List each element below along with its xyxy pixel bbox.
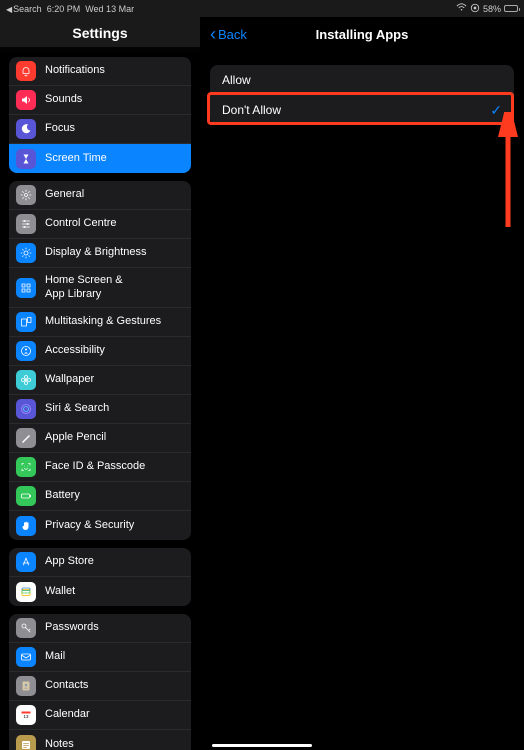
sidebar-item-label: Sounds (45, 93, 82, 106)
sidebar-item-label: Multitasking & Gestures (45, 315, 161, 328)
sidebar-item-label: Accessibility (45, 344, 105, 357)
sidebar-item-general[interactable]: General (9, 181, 191, 210)
sidebar-group-g4: Passwords Mail Contacts 13 Calendar Notes (9, 614, 191, 750)
sidebar-item-label: Face ID & Passcode (45, 460, 145, 473)
sun-icon (16, 243, 36, 263)
flower-icon (16, 370, 36, 390)
sidebar-item-label: Notifications (45, 64, 105, 77)
bell-icon (16, 61, 36, 81)
sidebar-item-label: Wallpaper (45, 373, 94, 386)
sliders-icon (16, 214, 36, 234)
sidebar-item-control-centre[interactable]: Control Centre (9, 210, 191, 239)
chevron-left-icon: ‹ (210, 25, 216, 43)
back-button[interactable]: ‹ Back (210, 25, 247, 43)
checkmark-icon: ✓ (490, 102, 502, 119)
battery-icon (16, 486, 36, 506)
sidebar-group-g1: Notifications Sounds Focus Screen Time (9, 57, 191, 173)
sidebar-item-label: Screen Time (45, 152, 107, 165)
sidebar-item-sounds[interactable]: Sounds (9, 86, 191, 115)
sidebar-item-label: Notes (45, 738, 74, 750)
sidebar-item-label: Privacy & Security (45, 519, 134, 532)
sidebar-item-label: Mail (45, 650, 65, 663)
settings-sidebar: Settings Notifications Sounds Focus Screen … (0, 17, 200, 750)
annotation-arrow (493, 112, 523, 232)
gear-icon (16, 185, 36, 205)
wifi-icon (456, 3, 467, 14)
svg-text:13: 13 (23, 714, 29, 719)
sidebar-item-app-store[interactable]: App Store (9, 548, 191, 577)
hand-icon (16, 516, 36, 536)
sidebar-item-label: Battery (45, 489, 80, 502)
wallet-icon (16, 582, 36, 602)
speaker-icon (16, 90, 36, 110)
status-date: Wed 13 Mar (85, 4, 134, 14)
sidebar-item-label: Siri & Search (45, 402, 109, 415)
detail-navbar: ‹ Back Installing Apps (200, 17, 524, 51)
sidebar-item-apple-pencil[interactable]: Apple Pencil (9, 424, 191, 453)
sidebar-item-display-brightness[interactable]: Display & Brightness (9, 239, 191, 268)
sidebar-item-screen-time[interactable]: Screen Time (9, 144, 191, 173)
hourglass-icon (16, 149, 36, 169)
key-icon (16, 618, 36, 638)
faceid-icon (16, 457, 36, 477)
sidebar-item-notes[interactable]: Notes (9, 730, 191, 750)
multitask-icon (16, 312, 36, 332)
siri-icon (16, 399, 36, 419)
sidebar-item-label: Home Screen &App Library (45, 274, 123, 300)
sidebar-item-label: App Store (45, 555, 94, 568)
sidebar-item-notifications[interactable]: Notifications (9, 57, 191, 86)
sidebar-item-label: Focus (45, 122, 75, 135)
sidebar-item-battery[interactable]: Battery (9, 482, 191, 511)
notes-icon (16, 735, 36, 750)
sidebar-item-wallpaper[interactable]: Wallpaper (9, 366, 191, 395)
sidebar-item-wallet[interactable]: Wallet (9, 577, 191, 606)
rotation-lock-icon (470, 3, 480, 15)
status-time: 6:20 PM (47, 4, 81, 14)
sidebar-item-label: General (45, 188, 84, 201)
sidebar-item-passwords[interactable]: Passwords (9, 614, 191, 643)
sidebar-item-label: Contacts (45, 679, 88, 692)
appstore-icon (16, 552, 36, 572)
grid-icon (16, 278, 36, 298)
home-indicator[interactable] (212, 744, 312, 747)
breadcrumb-back[interactable]: ◀Search (6, 4, 42, 14)
status-bar: ◀Search 6:20 PM Wed 13 Mar 58% (0, 0, 524, 17)
sidebar-item-label: Wallet (45, 585, 75, 598)
mail-icon (16, 647, 36, 667)
calendar-icon: 13 (16, 705, 36, 725)
sidebar-item-mail[interactable]: Mail (9, 643, 191, 672)
sidebar-item-privacy[interactable]: Privacy & Security (9, 511, 191, 540)
sidebar-item-label: Control Centre (45, 217, 117, 230)
option-label: Allow (222, 73, 251, 87)
sidebar-item-label: Passwords (45, 621, 99, 634)
sidebar-item-focus[interactable]: Focus (9, 115, 191, 144)
detail-pane: ‹ Back Installing Apps Allow Don't Allow ✓ (200, 17, 524, 750)
sidebar-item-multitasking[interactable]: Multitasking & Gestures (9, 308, 191, 337)
option-dont-allow[interactable]: Don't Allow ✓ (210, 95, 514, 125)
sidebar-title: Settings (0, 17, 200, 47)
sidebar-item-siri-search[interactable]: Siri & Search (9, 395, 191, 424)
detail-title: Installing Apps (200, 27, 524, 42)
sidebar-item-faceid[interactable]: Face ID & Passcode (9, 453, 191, 482)
sidebar-group-g3: App Store Wallet (9, 548, 191, 606)
pencil-icon (16, 428, 36, 448)
sidebar-item-label: Apple Pencil (45, 431, 106, 444)
sidebar-item-contacts[interactable]: Contacts (9, 672, 191, 701)
sidebar-item-label: Display & Brightness (45, 246, 147, 259)
option-label: Don't Allow (222, 103, 281, 117)
sidebar-item-accessibility[interactable]: Accessibility (9, 337, 191, 366)
sidebar-group-g2: General Control Centre Display & Brightnes… (9, 181, 191, 540)
option-allow[interactable]: Allow (210, 65, 514, 95)
contacts-icon (16, 676, 36, 696)
person-icon (16, 341, 36, 361)
battery-pct: 58% (483, 4, 501, 14)
moon-icon (16, 119, 36, 139)
options-group: Allow Don't Allow ✓ (210, 65, 514, 125)
sidebar-item-home-screen[interactable]: Home Screen &App Library (9, 268, 191, 308)
sidebar-item-calendar[interactable]: 13 Calendar (9, 701, 191, 730)
battery-icon (504, 5, 518, 12)
back-label: Back (218, 27, 247, 42)
sidebar-item-label: Calendar (45, 708, 90, 721)
